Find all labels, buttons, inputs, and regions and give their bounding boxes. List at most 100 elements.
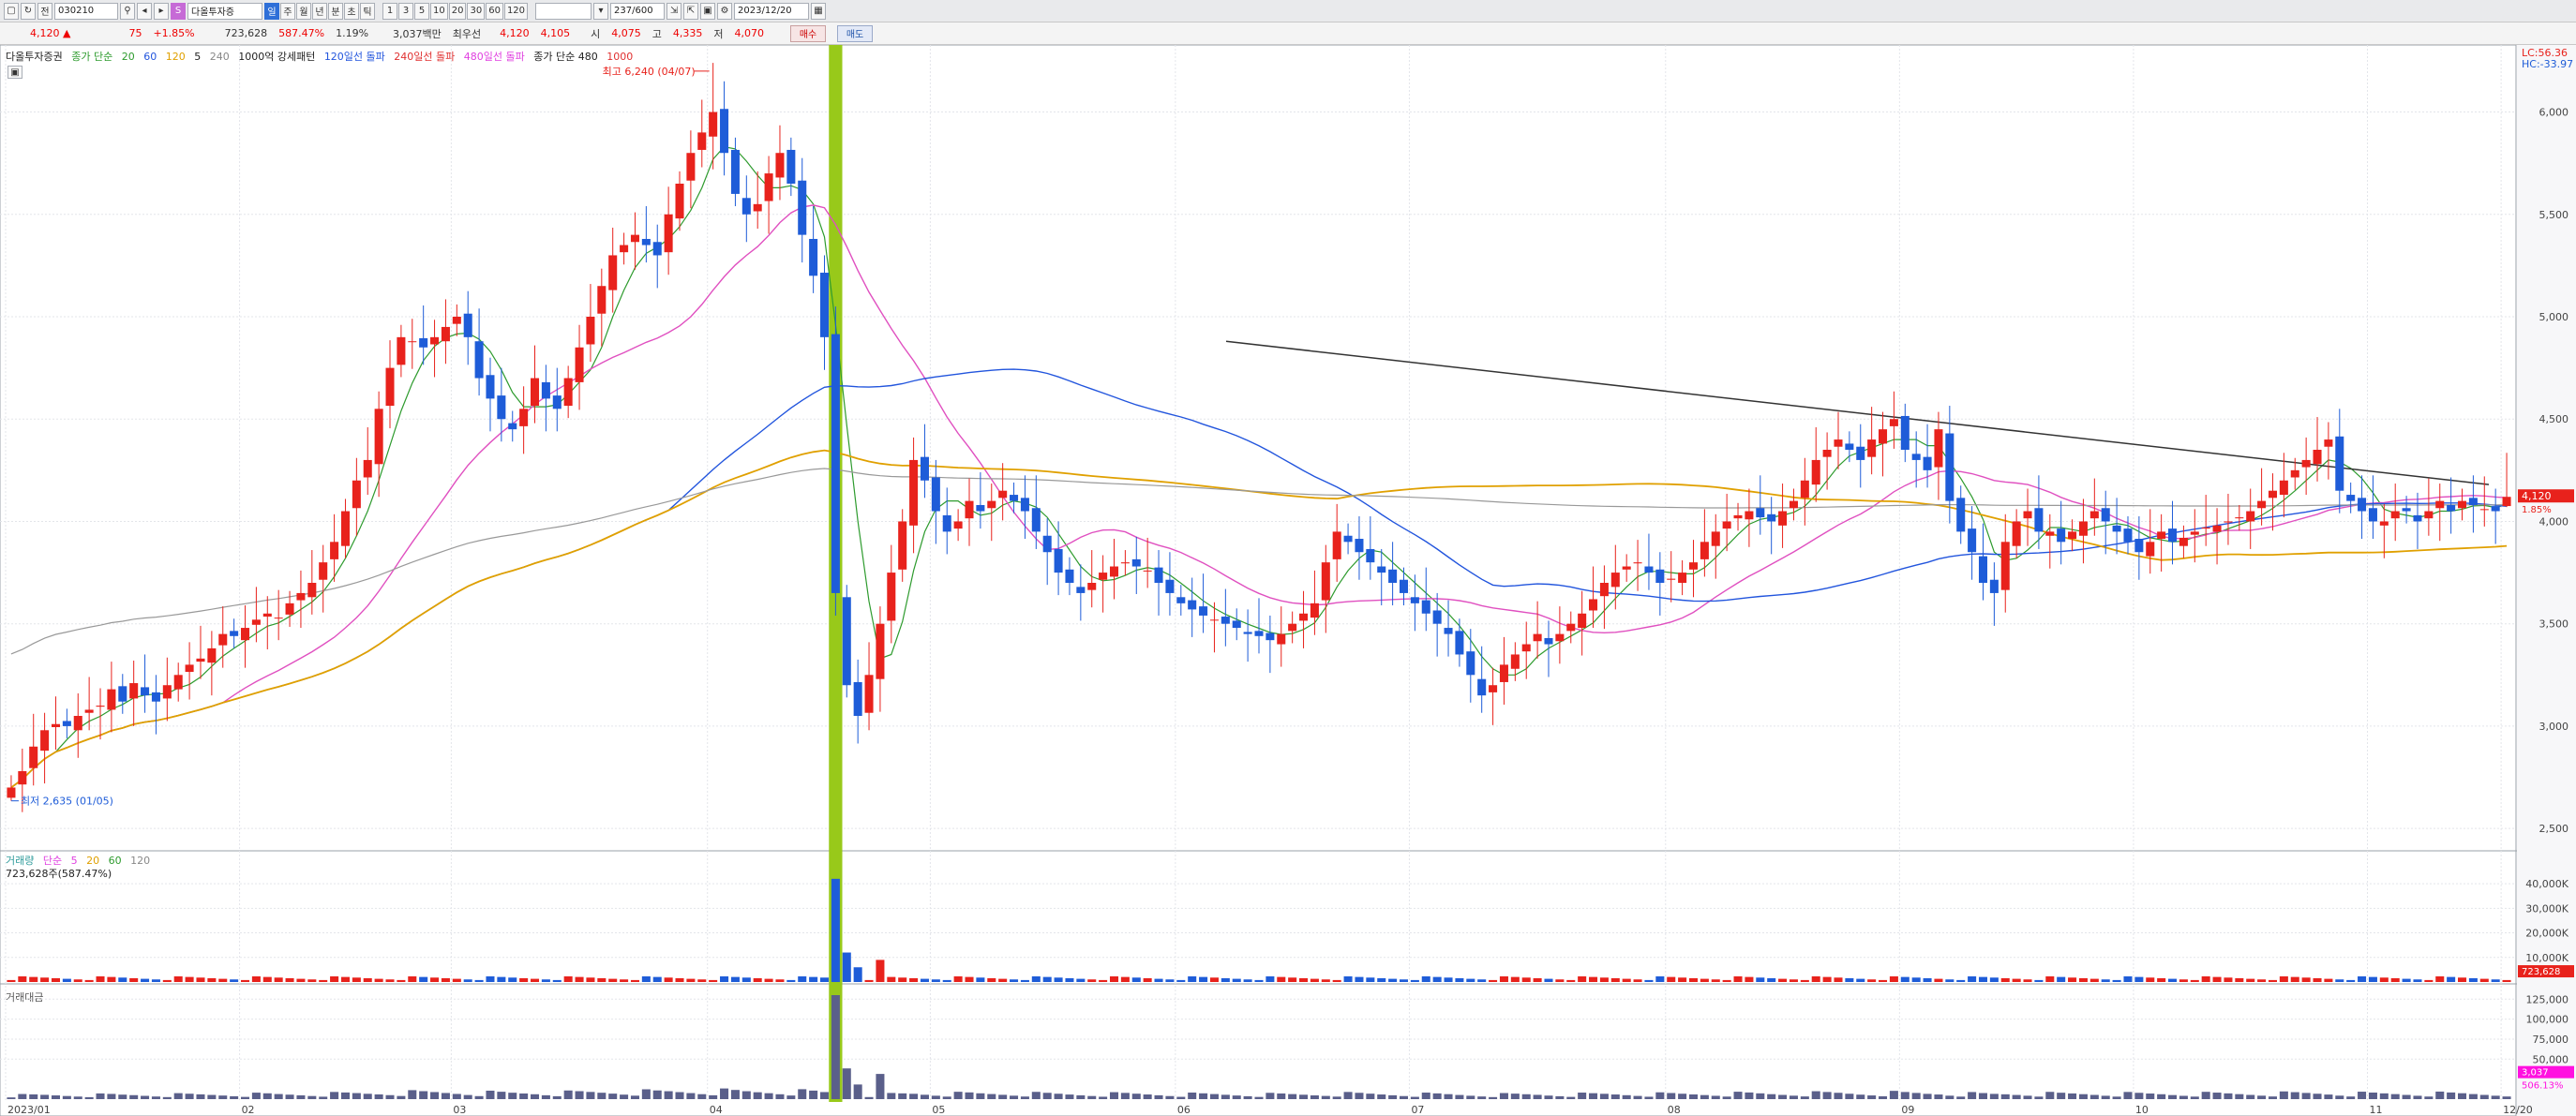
interval-tab-60[interactable]: 60 [486, 2, 503, 20]
value-bar [753, 1092, 762, 1099]
value-bar [1655, 1092, 1665, 1099]
candle-body [1700, 542, 1709, 559]
sell-button[interactable]: 매도 [837, 24, 874, 42]
candle-body [1778, 511, 1788, 526]
menu-icon[interactable]: ▢ [4, 2, 19, 20]
volume-bar [207, 977, 217, 982]
value-bar [976, 1093, 985, 1099]
candle-body [96, 706, 105, 707]
volume-bar [586, 977, 595, 982]
mode-selector[interactable]: 전 [37, 2, 52, 20]
period-tab-5[interactable]: 초 [344, 2, 359, 20]
candle-body [1856, 446, 1865, 460]
value-bar [151, 1096, 160, 1099]
volume-bar [262, 976, 272, 982]
value-bar [530, 1094, 540, 1099]
date: 2023/12/20 [738, 6, 792, 16]
volume-bar [741, 977, 751, 982]
speaker-icon[interactable]: ◂ [137, 2, 152, 20]
volume-bar [1655, 975, 1665, 982]
candle-body [430, 336, 440, 345]
period-tab-4[interactable]: 분 [328, 2, 343, 20]
value-bar [2068, 1093, 2077, 1099]
candle-body [1521, 644, 1531, 652]
volume-bar [652, 976, 662, 982]
value-bar [1377, 1094, 1386, 1099]
interval-tab-1[interactable]: 1 [382, 2, 397, 20]
value-bar [1120, 1093, 1130, 1099]
candle-body [1834, 439, 1843, 447]
dropdown-arrow-icon[interactable]: ▾ [593, 2, 609, 20]
volume-bar [2424, 979, 2434, 982]
volume-bar [597, 977, 607, 982]
value-bar [898, 1093, 907, 1099]
candle-body [218, 633, 228, 646]
volume-bar [1332, 979, 1341, 982]
value-bar [2390, 1094, 2400, 1099]
candle-body [1934, 429, 1943, 468]
value-bar [1321, 1095, 1330, 1099]
volume-bar [1978, 976, 1988, 982]
candle-body [2146, 542, 2155, 557]
next-icon[interactable]: ▸ [154, 2, 169, 20]
zoom-in-icon[interactable]: ⇲ [666, 2, 682, 20]
period-tab-1[interactable]: 주 [280, 2, 295, 20]
custom-interval-input[interactable] [535, 2, 592, 20]
stock-name-field[interactable]: 다올투자증 [187, 2, 262, 20]
period-tab-2[interactable]: 월 [296, 2, 311, 20]
candle-body [2479, 509, 2489, 511]
volume-bar [240, 979, 250, 982]
value-bar [7, 1097, 16, 1099]
calendar-icon[interactable]: ▦ [811, 2, 827, 20]
value-bar [251, 1093, 261, 1099]
value-bar [1644, 1096, 1654, 1099]
volume-tag: 723,628 [2522, 967, 2560, 977]
save-icon[interactable]: ▣ [700, 2, 716, 20]
candle-body [307, 583, 317, 598]
volume-bar [1578, 975, 1587, 982]
volume-bar [1243, 979, 1252, 982]
value-bar [1934, 1094, 1943, 1099]
value-bar [340, 1092, 350, 1099]
volume-bar [1343, 975, 1353, 982]
value-bar [1521, 1094, 1531, 1099]
volume-bar [2435, 975, 2445, 982]
period-tab-0[interactable]: 일 [264, 2, 279, 20]
volume-bar [1065, 977, 1074, 982]
stock-code-input[interactable]: 030210 [54, 2, 118, 20]
volume-bar [2257, 979, 2267, 982]
price-tick-label: 6,000 [2539, 107, 2569, 119]
value-bar [1466, 1095, 1475, 1099]
volume-bar [1811, 975, 1820, 982]
price-chart[interactable]: 2,500 3,000 3,500 4,000 4,500 5,000 5,500 6,000… [0, 45, 2576, 1116]
zoom-out-icon[interactable]: ⇱ [683, 2, 699, 20]
count-field[interactable]: 237/600 [610, 2, 666, 20]
buy-button[interactable]: 매수 [790, 24, 827, 42]
interval-tab-20[interactable]: 20 [448, 2, 467, 20]
value-bar [1031, 1092, 1041, 1099]
candle-body [352, 480, 361, 509]
date-input[interactable]: 2023/12/20 [734, 2, 810, 20]
value-bar [1622, 1094, 1631, 1099]
search-icon[interactable]: ⚲ [120, 2, 135, 20]
interval-tab-120[interactable]: 120 [503, 2, 529, 20]
value-bar [1989, 1094, 1999, 1099]
volume-bar [2157, 977, 2166, 982]
period-tab-6[interactable]: 틱 [360, 2, 375, 20]
refresh-icon[interactable]: ↻ [21, 2, 36, 20]
interval-tab-5[interactable]: 5 [414, 2, 429, 20]
interval-tab-10[interactable]: 10 [430, 2, 448, 20]
value-bar [1978, 1093, 1988, 1099]
volume-bar [2123, 975, 2133, 982]
volume-bar [786, 979, 796, 982]
interval-tab-3[interactable]: 3 [398, 2, 413, 20]
value-bar [1455, 1094, 1464, 1099]
candle-body [887, 573, 896, 621]
value-bar [51, 1095, 60, 1099]
candle-body [62, 721, 71, 726]
volume-bar [2034, 979, 2044, 982]
settings-icon[interactable]: ⚙ [717, 2, 733, 20]
interval-tab-30[interactable]: 30 [467, 2, 486, 20]
period-tab-3[interactable]: 년 [312, 2, 327, 20]
volume-bar [1099, 979, 1108, 982]
